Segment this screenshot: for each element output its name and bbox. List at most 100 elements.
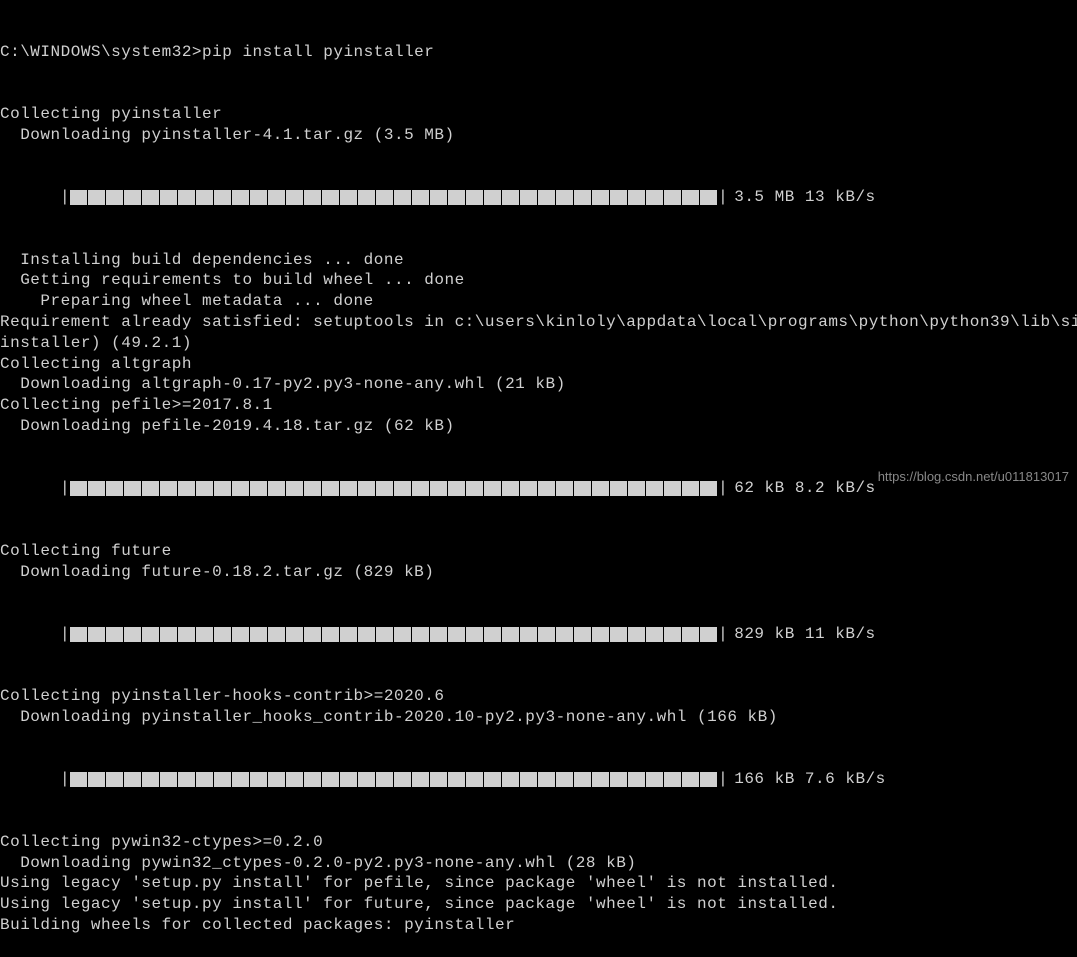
progress-block xyxy=(520,627,537,642)
progress-block xyxy=(448,190,465,205)
progress-block xyxy=(322,772,339,787)
progress-block xyxy=(412,772,429,787)
progress-block xyxy=(340,627,357,642)
progress-block xyxy=(286,627,303,642)
progress-block xyxy=(430,772,447,787)
progress-block xyxy=(592,627,609,642)
progress-block xyxy=(340,481,357,496)
progress-block xyxy=(628,772,645,787)
progress-block xyxy=(538,772,555,787)
progress-block xyxy=(682,481,699,496)
progress-block xyxy=(520,481,537,496)
progress-block xyxy=(574,190,591,205)
progress-block xyxy=(124,481,141,496)
progress-block xyxy=(556,772,573,787)
progress-block xyxy=(214,190,231,205)
output-line: Collecting future xyxy=(0,541,1077,562)
output-block-4: Collecting pyinstaller-hooks-contrib>=20… xyxy=(0,686,1077,728)
progress-text-3: 829 kB 11 kB/s xyxy=(734,624,875,645)
watermark-text: https://blog.csdn.net/u011813017 xyxy=(878,469,1069,486)
output-line: Collecting pyinstaller xyxy=(0,104,1077,125)
progress-block xyxy=(502,772,519,787)
progress-block xyxy=(502,481,519,496)
progress-block xyxy=(214,481,231,496)
progress-block xyxy=(412,190,429,205)
progress-block xyxy=(196,190,213,205)
progress-block xyxy=(628,627,645,642)
progress-block xyxy=(232,772,249,787)
progress-block xyxy=(484,481,501,496)
progress-block xyxy=(358,481,375,496)
command-prompt-line: C:\WINDOWS\system32>pip install pyinstal… xyxy=(0,42,1077,63)
progress-block xyxy=(250,481,267,496)
progress-block xyxy=(376,772,393,787)
progress-block xyxy=(394,772,411,787)
progress-block xyxy=(484,190,501,205)
progress-block xyxy=(646,481,663,496)
progress-block xyxy=(160,190,177,205)
progress-block xyxy=(394,481,411,496)
progress-block xyxy=(592,481,609,496)
progress-block xyxy=(88,772,105,787)
progress-block xyxy=(502,627,519,642)
progress-block xyxy=(646,627,663,642)
progress-block xyxy=(520,772,537,787)
progress-block xyxy=(682,190,699,205)
progress-block xyxy=(448,481,465,496)
progress-block xyxy=(178,627,195,642)
progress-block xyxy=(412,481,429,496)
progress-block xyxy=(574,481,591,496)
progress-block xyxy=(232,190,249,205)
output-block-5: Collecting pywin32-ctypes>=0.2.0 Downloa… xyxy=(0,832,1077,936)
progress-text-2: 62 kB 8.2 kB/s xyxy=(734,478,875,499)
progress-block xyxy=(628,190,645,205)
progress-block xyxy=(160,481,177,496)
progress-block xyxy=(574,772,591,787)
progress-block xyxy=(646,772,663,787)
progress-block xyxy=(250,190,267,205)
progress-block xyxy=(376,627,393,642)
progress-block xyxy=(322,481,339,496)
output-line: Preparing wheel metadata ... done xyxy=(0,291,1077,312)
progress-block xyxy=(286,772,303,787)
progress-block xyxy=(232,627,249,642)
output-line: Downloading altgraph-0.17-py2.py3-none-a… xyxy=(0,374,1077,395)
progress-block xyxy=(304,627,321,642)
progress-block xyxy=(430,627,447,642)
progress-block xyxy=(106,772,123,787)
progress-bar-3: ||829 kB 11 kB/s xyxy=(0,624,1077,645)
progress-block xyxy=(556,481,573,496)
progress-block xyxy=(106,190,123,205)
progress-block xyxy=(700,481,717,496)
output-line: Downloading future-0.18.2.tar.gz (829 kB… xyxy=(0,562,1077,583)
output-line: Using legacy 'setup.py install' for futu… xyxy=(0,894,1077,915)
progress-block xyxy=(232,481,249,496)
progress-block xyxy=(250,627,267,642)
progress-block xyxy=(160,772,177,787)
progress-block xyxy=(556,627,573,642)
progress-block xyxy=(268,190,285,205)
output-line: Collecting altgraph xyxy=(0,354,1077,375)
progress-block xyxy=(664,481,681,496)
progress-block xyxy=(304,772,321,787)
progress-block xyxy=(142,481,159,496)
progress-block xyxy=(376,481,393,496)
progress-text-4: 166 kB 7.6 kB/s xyxy=(734,769,886,790)
progress-block xyxy=(268,627,285,642)
progress-block xyxy=(142,627,159,642)
output-line: Collecting pyinstaller-hooks-contrib>=20… xyxy=(0,686,1077,707)
output-line: Installing build dependencies ... done xyxy=(0,250,1077,271)
progress-block xyxy=(70,190,87,205)
progress-block xyxy=(304,481,321,496)
progress-block xyxy=(286,190,303,205)
progress-block xyxy=(88,627,105,642)
progress-block xyxy=(268,772,285,787)
progress-block xyxy=(70,627,87,642)
progress-block xyxy=(178,481,195,496)
progress-block xyxy=(592,190,609,205)
progress-block xyxy=(286,481,303,496)
output-line: Collecting pywin32-ctypes>=0.2.0 xyxy=(0,832,1077,853)
progress-block xyxy=(682,772,699,787)
progress-block xyxy=(574,627,591,642)
progress-block xyxy=(196,772,213,787)
